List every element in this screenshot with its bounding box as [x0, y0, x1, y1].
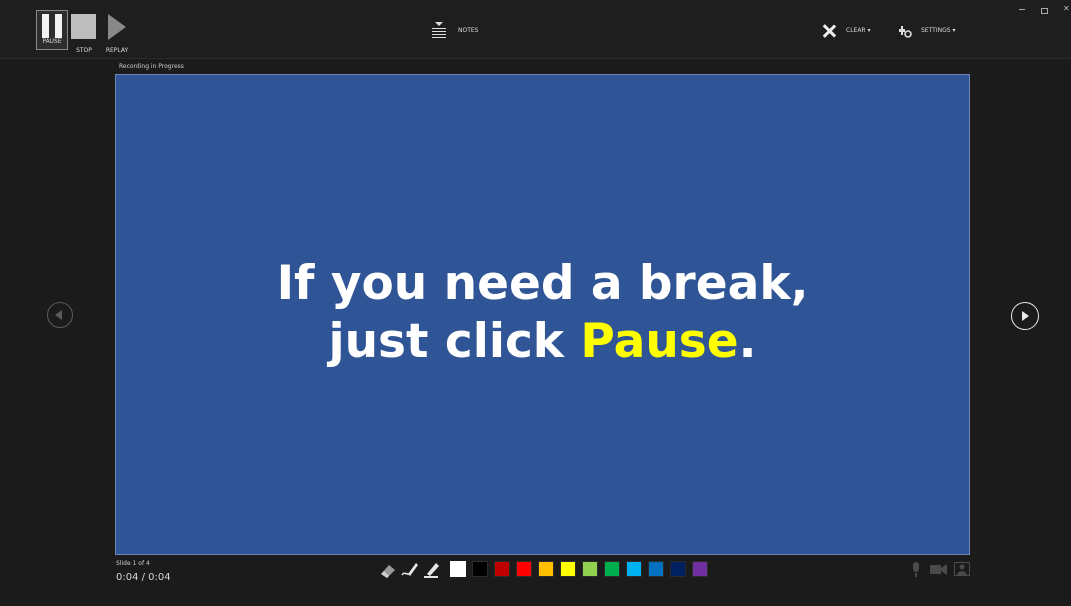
- recording-time: 0:04 / 0:04: [116, 572, 171, 583]
- pause-icon: [42, 14, 62, 38]
- stop-label: STOP: [76, 47, 92, 54]
- slide-canvas: If you need a break, just click Pause.: [115, 74, 970, 555]
- slide-counter: Slide 1 of 4: [116, 560, 150, 567]
- previous-icon: [55, 310, 62, 320]
- color-swatch-dark-red[interactable]: [494, 561, 510, 577]
- color-swatch-dark-blue[interactable]: [670, 561, 686, 577]
- highlighter-icon[interactable]: [422, 560, 442, 580]
- replay-label: REPLAY: [105, 47, 129, 54]
- color-swatch-white[interactable]: [450, 561, 466, 577]
- color-swatch-orange[interactable]: [538, 561, 554, 577]
- next-icon: [1022, 311, 1029, 321]
- close-icon[interactable]: ✕: [1063, 4, 1070, 13]
- previous-slide-button[interactable]: [47, 302, 73, 328]
- notes-button[interactable]: NOTES: [458, 27, 478, 34]
- recording-status: Recording in Progress: [119, 63, 184, 70]
- color-swatch-light-blue[interactable]: [626, 561, 642, 577]
- minimize-icon[interactable]: [1019, 9, 1025, 10]
- color-swatch-light-green[interactable]: [582, 561, 598, 577]
- color-swatch-black[interactable]: [472, 561, 488, 577]
- slide-text: If you need a break, just click Pause.: [116, 255, 969, 371]
- next-slide-button[interactable]: [1011, 302, 1039, 330]
- clear-icon[interactable]: [822, 24, 836, 38]
- settings-icon[interactable]: [898, 24, 912, 38]
- color-swatch-blue[interactable]: [648, 561, 664, 577]
- pause-label: PAUSE: [42, 38, 62, 45]
- eraser-icon[interactable]: [378, 560, 398, 580]
- slide-line-1: If you need a break,: [276, 256, 809, 311]
- restore-icon[interactable]: [1041, 8, 1048, 14]
- color-swatch-yellow[interactable]: [560, 561, 576, 577]
- notes-icon[interactable]: [431, 22, 447, 40]
- color-swatch-purple[interactable]: [692, 561, 708, 577]
- recording-toolbar: PAUSE STOP REPLAY NOTES CLEAR ▾ SETTINGS…: [0, 0, 1071, 59]
- camera-icon[interactable]: [930, 562, 948, 576]
- slide-highlight-word: Pause: [580, 314, 739, 369]
- settings-dropdown[interactable]: SETTINGS ▾: [921, 27, 955, 34]
- pen-icon[interactable]: [400, 560, 420, 580]
- replay-button[interactable]: [108, 14, 126, 40]
- slide-line-2-suffix: .: [738, 314, 757, 369]
- pause-button[interactable]: PAUSE: [36, 10, 68, 50]
- slide-line-2: just click Pause.: [116, 313, 969, 371]
- color-swatch-red[interactable]: [516, 561, 532, 577]
- stop-button[interactable]: [71, 14, 96, 39]
- slide-line-2-prefix: just click: [328, 314, 581, 369]
- microphone-icon[interactable]: [910, 562, 922, 578]
- camera-preview-icon[interactable]: [954, 562, 970, 576]
- clear-dropdown[interactable]: CLEAR ▾: [846, 27, 871, 34]
- color-swatch-green[interactable]: [604, 561, 620, 577]
